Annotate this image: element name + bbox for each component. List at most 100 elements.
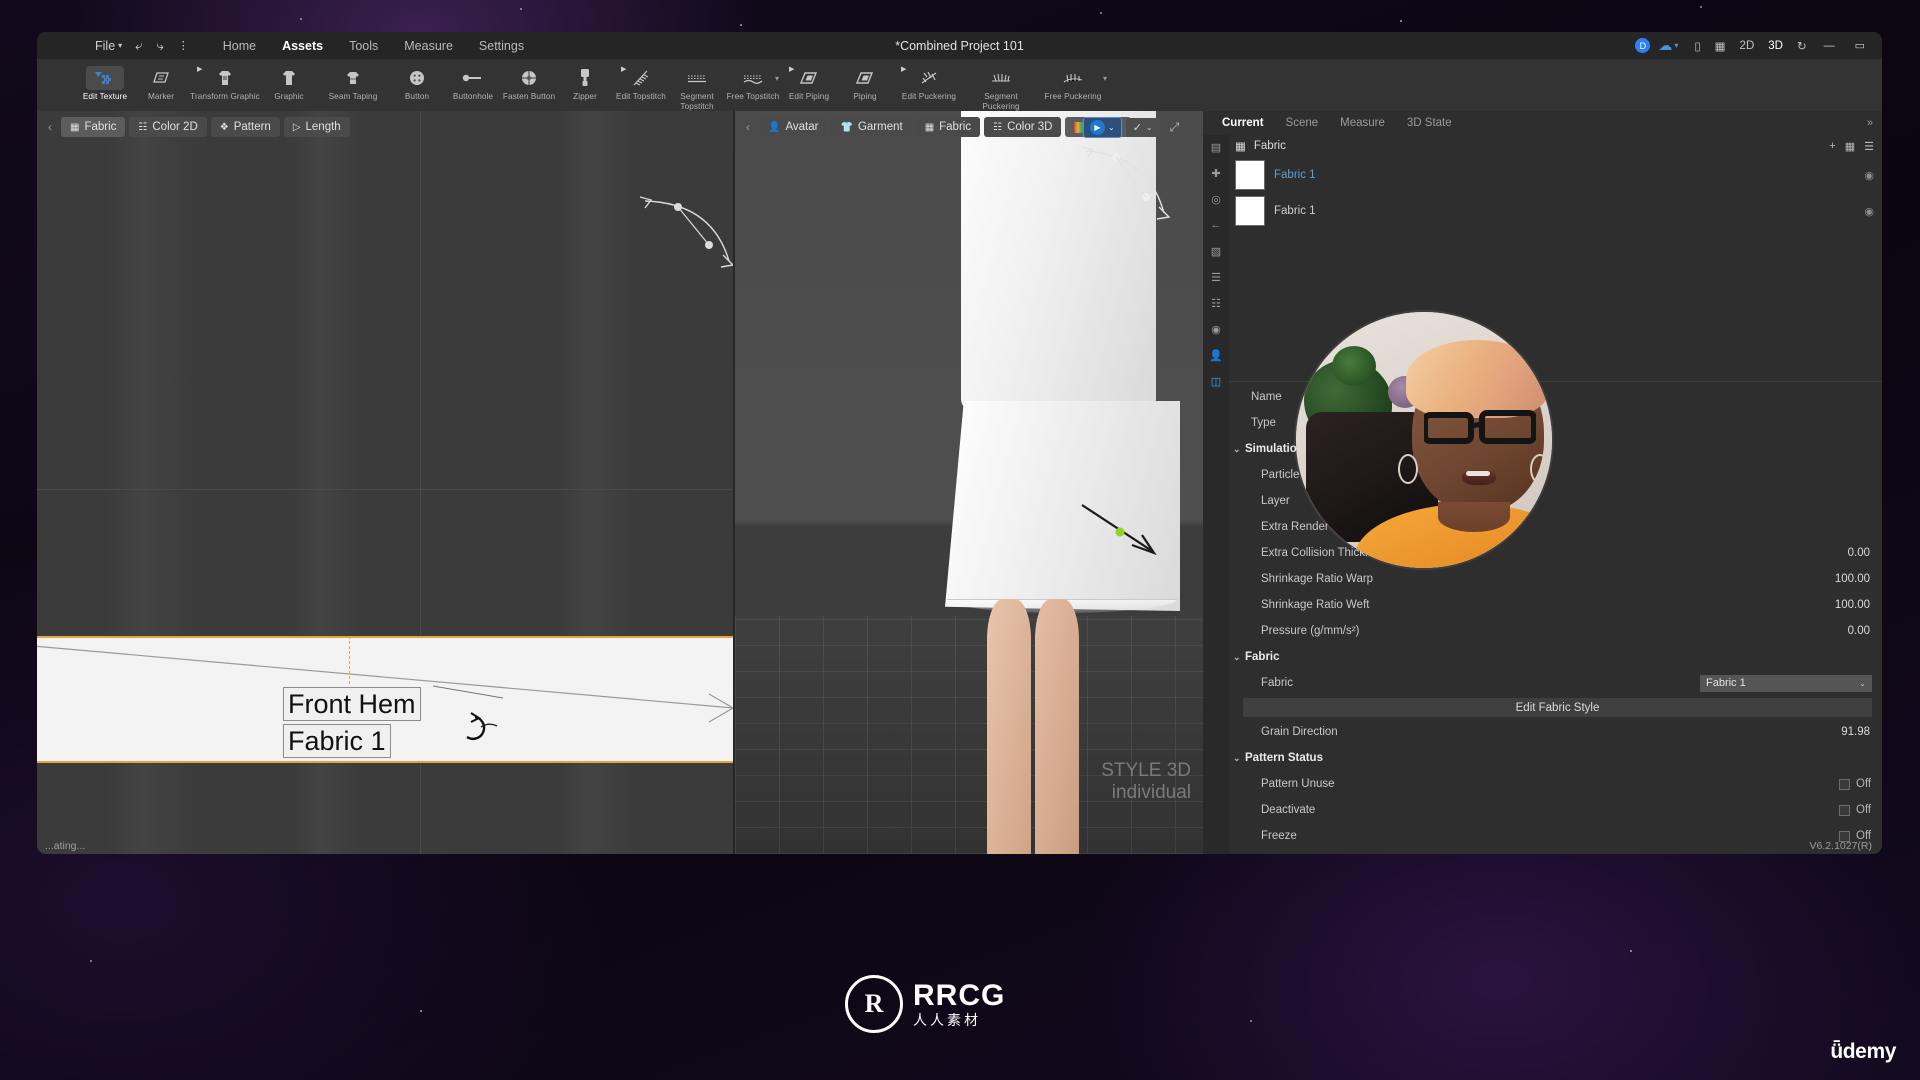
fabric-name[interactable]: Fabric 1 — [1274, 205, 1316, 217]
ribbon-graphic[interactable]: Graphic — [261, 62, 317, 102]
ribbon-buttonhole[interactable]: Buttonhole — [445, 62, 501, 102]
button-icon[interactable]: ◎ — [1207, 191, 1225, 207]
eye-icon[interactable]: ◉ — [1207, 321, 1225, 337]
maximize-button[interactable]: ▭ — [1846, 37, 1874, 54]
pin-icon[interactable]: ← — [1207, 217, 1225, 233]
tab-current[interactable]: Current — [1211, 114, 1275, 132]
undo-icon[interactable]: ⤶ — [128, 36, 149, 56]
chevron-down-icon[interactable]: ⌄ — [1108, 123, 1115, 132]
chevron-down-icon[interactable]: ⌄ — [1233, 444, 1245, 455]
property-row-fabric-select[interactable]: Fabric Fabric 1 ⌄ — [1229, 670, 1882, 696]
pattern-label-fabric[interactable]: Fabric 1 — [283, 724, 391, 758]
mode-2d-button[interactable]: 2D — [1734, 38, 1761, 54]
chart-icon[interactable]: ☷ — [1207, 295, 1225, 311]
add-icon[interactable]: + — [1829, 140, 1835, 153]
grid-view-icon[interactable]: ▦ — [1845, 140, 1855, 153]
chevron-down-icon[interactable]: ▾ — [1103, 74, 1107, 83]
fabric-name[interactable]: Fabric 1 — [1274, 169, 1316, 181]
eye-icon[interactable]: ◉ — [1864, 205, 1874, 218]
tab-2d-pattern[interactable]: ❖ Pattern — [210, 117, 280, 137]
move-icon[interactable]: ✚ — [1207, 165, 1225, 181]
layers-icon[interactable]: ▧ — [1207, 243, 1225, 259]
tabs-overflow-icon[interactable]: » — [1867, 117, 1874, 129]
ribbon-edit-topstitch[interactable]: ▶ Edit Topstitch — [613, 62, 669, 102]
chevron-down-icon[interactable]: ⌄ — [1233, 652, 1245, 663]
list-item[interactable]: Fabric 1 ◉ — [1229, 157, 1882, 193]
ribbon-transform-graphic[interactable]: ▶ Transform Graphic — [189, 62, 261, 102]
property-row-shrinkage-weft[interactable]: Shrinkage Ratio Weft 100.00 — [1229, 592, 1882, 618]
ribbon-edit-puckering[interactable]: ▶ Edit Puckering — [893, 62, 965, 102]
cloud-icon[interactable]: ☁ ▾ — [1658, 37, 1678, 54]
menu-tools[interactable]: Tools — [336, 35, 391, 57]
file-menu-button[interactable]: File ▾ — [89, 37, 128, 55]
chevron-down-icon[interactable]: ⌄ — [1233, 753, 1245, 764]
eye-icon[interactable]: ◉ — [1864, 169, 1874, 182]
tab-measure[interactable]: Measure — [1329, 114, 1396, 132]
graph-icon[interactable]: ☰ — [1207, 269, 1225, 285]
mode-3d-button[interactable]: 3D — [1762, 38, 1789, 54]
ribbon-button[interactable]: Button — [389, 62, 445, 102]
ribbon-free-topstitch[interactable]: ▾ Free Topstitch — [725, 62, 781, 102]
tab-3d-fabric[interactable]: ▦ Fabric — [915, 117, 981, 137]
chevron-down-icon[interactable]: ▾ — [775, 74, 779, 83]
list-icon[interactable]: ▤ — [1207, 139, 1225, 155]
avatar[interactable]: D — [1635, 38, 1651, 53]
menu-measure[interactable]: Measure — [391, 35, 466, 57]
edit-fabric-style-button[interactable]: Edit Fabric Style — [1243, 698, 1872, 717]
single-view-icon[interactable]: ▯ — [1688, 37, 1706, 55]
rotation-gizmo-3d[interactable] — [1080, 141, 1180, 231]
property-row-freeze[interactable]: Freeze Off — [1229, 823, 1882, 849]
property-row-deactivate[interactable]: Deactivate Off — [1229, 797, 1882, 823]
tab-3d-avatar[interactable]: 👤 Avatar — [759, 117, 828, 137]
rotation-gizmo-2d[interactable] — [637, 189, 733, 279]
menu-settings[interactable]: Settings — [466, 35, 537, 57]
ribbon-fasten-button[interactable]: Fasten Button — [501, 62, 557, 102]
expand-3d-icon[interactable]: ⤢ — [1164, 120, 1180, 135]
redo-icon[interactable]: ⤷ — [149, 36, 170, 56]
fabric-swatch[interactable] — [1235, 160, 1265, 190]
gizmo-mode-button[interactable]: ✓ ⌄ — [1125, 118, 1160, 137]
property-row-pressure[interactable]: Pressure (g/mm/s²) 0.00 — [1229, 618, 1882, 644]
ribbon-edit-piping[interactable]: ▶ Edit Piping — [781, 62, 837, 102]
ribbon-zipper[interactable]: Zipper — [557, 62, 613, 102]
pattern-label-front-hem[interactable]: Front Hem — [283, 687, 421, 721]
tab-3d-state[interactable]: 3D State — [1396, 114, 1463, 132]
pattern-unuse-checkbox[interactable] — [1839, 778, 1850, 790]
simulate-button[interactable]: ▶ ⌄ — [1083, 117, 1122, 138]
tab-3d-garment[interactable]: 👕 Garment — [831, 117, 912, 137]
property-row-shrinkage-warp[interactable]: Shrinkage Ratio Warp 100.00 — [1229, 566, 1882, 592]
tab-2d-length[interactable]: ▷ Length — [283, 117, 350, 137]
menu-assets[interactable]: Assets — [269, 35, 336, 57]
chevron-down-icon[interactable]: ⌄ — [1146, 123, 1153, 132]
fabric-swatch[interactable] — [1235, 196, 1265, 226]
property-row-strengthen[interactable]: › Strengthen Off — [1229, 849, 1882, 854]
ribbon-piping[interactable]: Piping — [837, 62, 893, 102]
pattern-2d-view[interactable]: Front Hem Fabric 1 ‹ ▦ Fabric ☷ Color 2D… — [37, 111, 735, 854]
garment-3d-view[interactable]: STYLE 3D individual ‹ 👤 Avatar 👕 Garment… — [735, 111, 1203, 854]
property-row-pattern-unuse[interactable]: Pattern Unuse Off — [1229, 771, 1882, 797]
property-group-pattern-status[interactable]: ⌄ Pattern Status — [1229, 745, 1882, 771]
box-icon[interactable]: ◫ — [1207, 373, 1225, 389]
property-row-grain-direction[interactable]: Grain Direction 91.98 — [1229, 719, 1882, 745]
fabric-dropdown[interactable]: Fabric 1 ⌄ — [1700, 674, 1872, 692]
avatar-icon[interactable]: 👤 — [1207, 347, 1225, 363]
ribbon-free-puckering[interactable]: ▾ Free Puckering — [1037, 62, 1109, 102]
tab-2d-color2d[interactable]: ☷ Color 2D — [129, 117, 207, 137]
list-item[interactable]: Fabric 1 ◉ — [1229, 193, 1882, 229]
split-view-icon[interactable]: ▦ — [1709, 37, 1732, 55]
ribbon-seam-taping[interactable]: Seam Taping — [317, 62, 389, 102]
ribbon-edit-texture[interactable]: Edit Texture — [77, 62, 133, 102]
tabs-prev-arrow[interactable]: ‹ — [43, 118, 57, 136]
menu-home[interactable]: Home — [210, 35, 269, 57]
tab-3d-color3d[interactable]: ☷ Color 3D — [984, 117, 1062, 137]
property-group-fabric[interactable]: ⌄ Fabric — [1229, 644, 1882, 670]
ribbon-segment-puckering[interactable]: Segment Puckering — [965, 62, 1037, 111]
ribbon-segment-topstitch[interactable]: Segment Topstitch — [669, 62, 725, 111]
deactivate-checkbox[interactable] — [1839, 804, 1850, 816]
ribbon-marker[interactable]: Marker — [133, 62, 189, 102]
tab-2d-fabric[interactable]: ▦ Fabric — [61, 117, 126, 137]
more-icon[interactable]: ⋮ — [171, 37, 196, 54]
refresh-icon[interactable]: ↻ — [1791, 37, 1813, 55]
minimize-button[interactable]: — — [1815, 38, 1844, 54]
tab-scene[interactable]: Scene — [1275, 114, 1330, 132]
